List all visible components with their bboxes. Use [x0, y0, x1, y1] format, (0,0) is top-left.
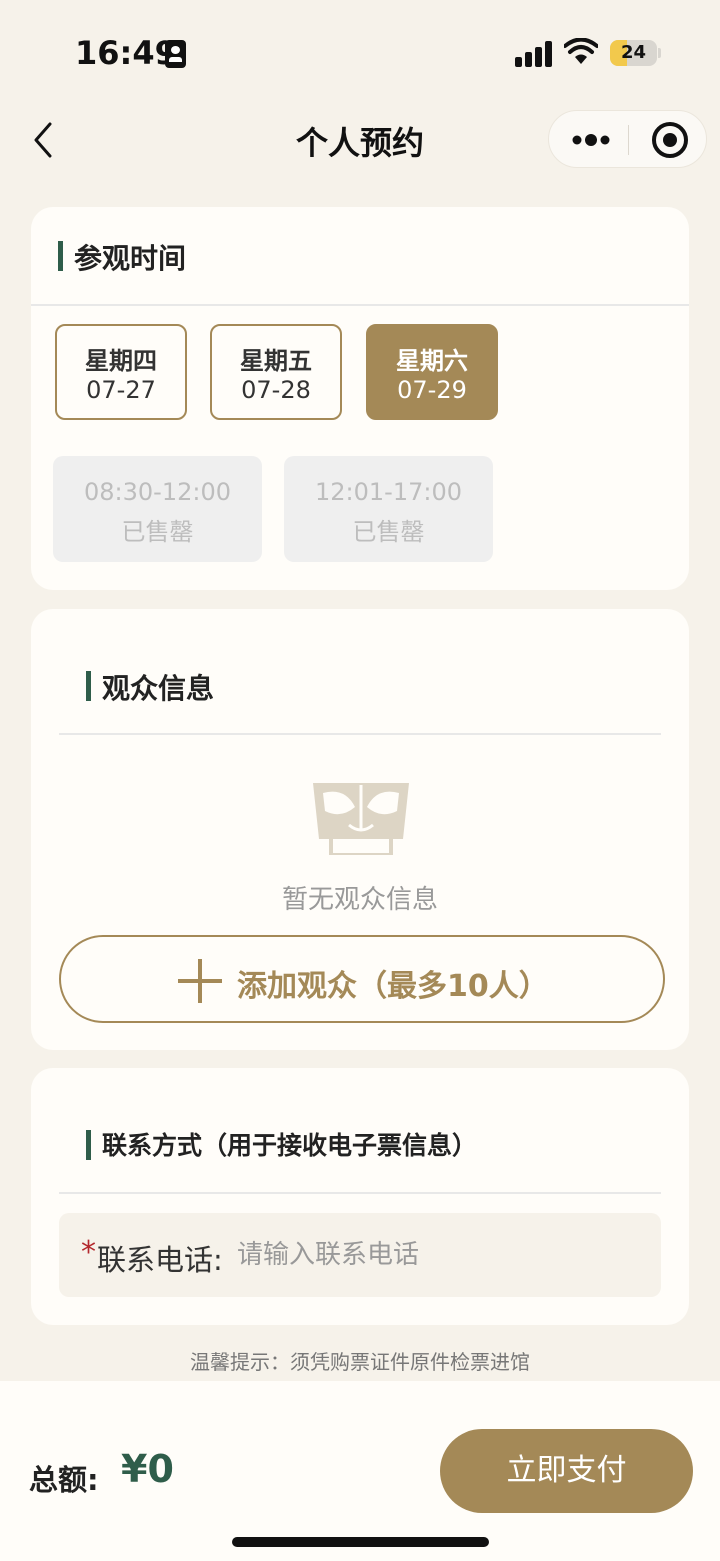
visit-time-card: 参观时间 星期四 07-27 星期五 07-28 星期六 07-29 08:30…	[31, 207, 689, 590]
time-slot-morning[interactable]: 08:30-12:00 已售罄	[53, 456, 262, 562]
date-option-0727[interactable]: 星期四 07-27	[55, 324, 187, 420]
battery-tip	[658, 48, 661, 58]
capsule-divider	[628, 125, 629, 155]
date-value: 07-29	[397, 376, 467, 404]
contact-title: 联系方式（用于接收电子票信息）	[86, 1126, 477, 1162]
date-option-0728[interactable]: 星期五 07-28	[210, 324, 342, 420]
slot-status: 已售罄	[352, 518, 425, 546]
date-option-0729[interactable]: 星期六 07-29	[366, 324, 498, 420]
total-value: ¥0	[121, 1447, 174, 1491]
date-weekday: 星期五	[240, 347, 312, 375]
contact-card: 联系方式（用于接收电子票信息） * 联系电话:	[31, 1068, 689, 1325]
add-audience-button[interactable]: 添加观众（最多10人）	[59, 935, 665, 1023]
slot-time: 12:01-17:00	[315, 478, 462, 506]
audience-title: 观众信息	[86, 667, 214, 707]
status-time: 16:49	[75, 34, 177, 72]
signal-icon	[515, 41, 553, 67]
divider	[31, 304, 689, 306]
slot-time: 08:30-12:00	[84, 478, 231, 506]
wifi-icon	[564, 38, 598, 64]
close-mini-program-icon[interactable]	[652, 122, 688, 158]
divider	[59, 733, 661, 735]
audience-card: 观众信息 暂无观众信息 添加观众（最多10人）	[31, 609, 689, 1050]
empty-audience-icon	[313, 783, 409, 855]
home-indicator	[232, 1537, 489, 1547]
divider	[59, 1192, 661, 1194]
empty-audience-text: 暂无观众信息	[281, 885, 438, 915]
plus-icon	[178, 959, 222, 1003]
slot-status: 已售罄	[121, 518, 194, 546]
battery-icon: 24	[610, 40, 657, 66]
date-weekday: 星期四	[85, 347, 157, 375]
battery-level: 24	[620, 42, 647, 63]
phone-label: 联系电话:	[97, 1243, 223, 1277]
more-icon[interactable]	[571, 123, 611, 157]
tip-text: 温馨提示：须凭购票证件原件检票进馆	[190, 1350, 530, 1374]
required-mark: *	[81, 1235, 96, 1270]
time-slot-afternoon[interactable]: 12:01-17:00 已售罄	[284, 456, 493, 562]
id-card-icon	[165, 40, 186, 68]
visit-time-title: 参观时间	[58, 237, 186, 277]
phone-input[interactable]	[237, 1231, 637, 1279]
status-bar: 16:49 24	[0, 0, 720, 100]
pay-now-button[interactable]: 立即支付	[440, 1429, 693, 1513]
add-audience-label: 添加观众（最多10人）	[237, 969, 549, 1004]
phone-field-row: * 联系电话:	[59, 1213, 661, 1297]
date-weekday: 星期六	[396, 347, 468, 375]
mini-program-capsule	[548, 110, 707, 168]
date-value: 07-28	[241, 376, 311, 404]
footer-bar: 总额: ¥0 立即支付	[0, 1381, 720, 1561]
date-value: 07-27	[86, 376, 156, 404]
total-label: 总额:	[29, 1463, 99, 1497]
